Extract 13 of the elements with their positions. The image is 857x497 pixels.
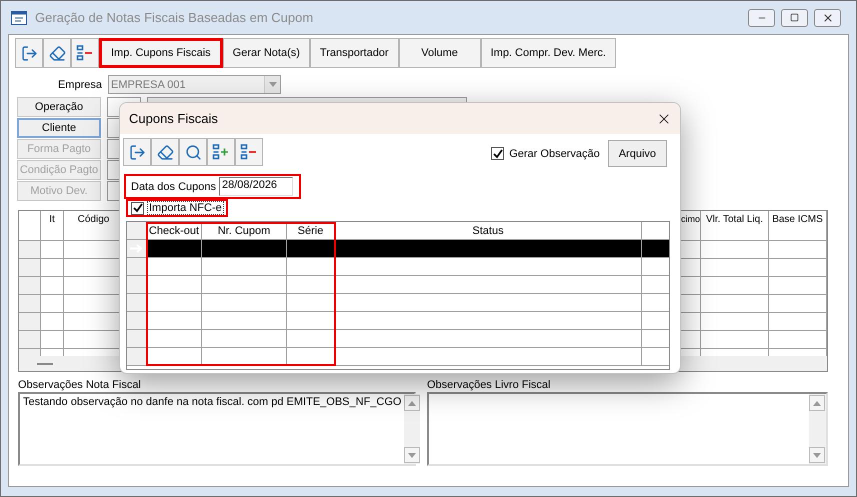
field-label: Data dos Cupons — [131, 180, 216, 192]
dialog-title: Cupons Fiscais — [129, 111, 218, 126]
column-header: It — [41, 211, 64, 241]
field-label: Empresa — [56, 78, 102, 90]
column-header: Base ICMS — [769, 211, 827, 241]
column-header: Status — [335, 222, 642, 240]
checkbox-label: Importa NFC-e — [147, 201, 224, 215]
checkbox-label: Gerar Observação — [509, 148, 600, 160]
column-header: Vlr. Total Liq. — [701, 211, 769, 241]
section-label: Observações Nota Fiscal — [18, 379, 142, 391]
window-title: Geração de Notas Fiscais Baseadas em Cupom — [35, 10, 314, 25]
column-header: cimo — [679, 211, 701, 241]
section-label: Observações Livro Fiscal — [427, 379, 552, 391]
